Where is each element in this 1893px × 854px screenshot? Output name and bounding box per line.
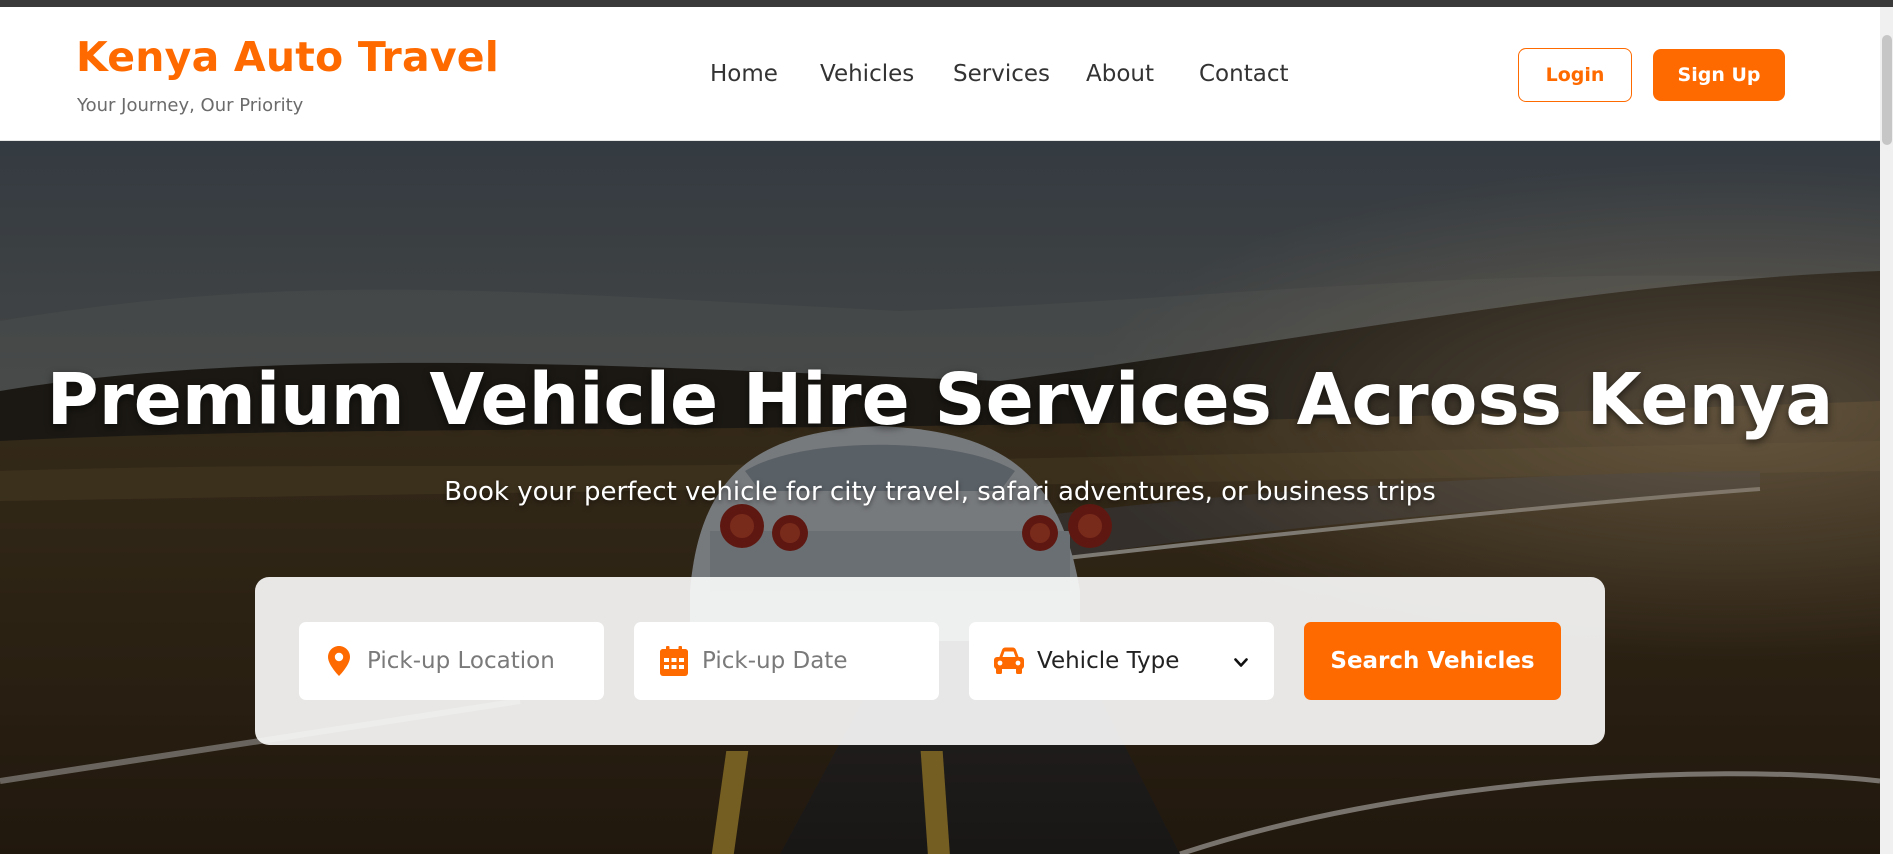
car-icon xyxy=(989,647,1029,675)
pickup-date-field[interactable]: Pick-up Date xyxy=(634,622,939,700)
pickup-location-field[interactable]: Pick-up Location xyxy=(299,622,604,700)
pickup-location-placeholder: Pick-up Location xyxy=(367,648,555,674)
browser-top-strip xyxy=(0,0,1893,7)
calendar-icon xyxy=(654,646,694,676)
brand-tagline: Your Journey, Our Priority xyxy=(77,95,304,116)
pickup-date-placeholder: Pick-up Date xyxy=(702,648,848,674)
nav-services[interactable]: Services xyxy=(953,61,1050,87)
chevron-down-icon xyxy=(1234,653,1248,672)
nav-about[interactable]: About xyxy=(1086,61,1154,87)
vehicle-type-select[interactable]: Vehicle Type xyxy=(969,622,1274,700)
hero-subtitle: Book your perfect vehicle for city trave… xyxy=(444,477,1436,507)
nav-contact[interactable]: Contact xyxy=(1199,61,1288,87)
login-button[interactable]: Login xyxy=(1518,48,1632,102)
signup-button[interactable]: Sign Up xyxy=(1653,49,1785,101)
site-header: Kenya Auto Travel Your Journey, Our Prio… xyxy=(0,7,1880,141)
page-scrollbar[interactable] xyxy=(1880,7,1893,854)
vehicle-type-value: Vehicle Type xyxy=(1037,648,1180,674)
nav-home[interactable]: Home xyxy=(710,61,778,87)
scrollbar-thumb[interactable] xyxy=(1882,35,1892,145)
vehicle-search-panel: Pick-up Location Pick-up Date Vehicle Ty… xyxy=(255,577,1605,745)
map-pin-icon xyxy=(319,646,359,676)
search-vehicles-button[interactable]: Search Vehicles xyxy=(1304,622,1561,700)
nav-vehicles[interactable]: Vehicles xyxy=(820,61,914,87)
hero-title: Premium Vehicle Hire Services Across Ken… xyxy=(46,358,1834,441)
hero-section: Premium Vehicle Hire Services Across Ken… xyxy=(0,141,1880,854)
